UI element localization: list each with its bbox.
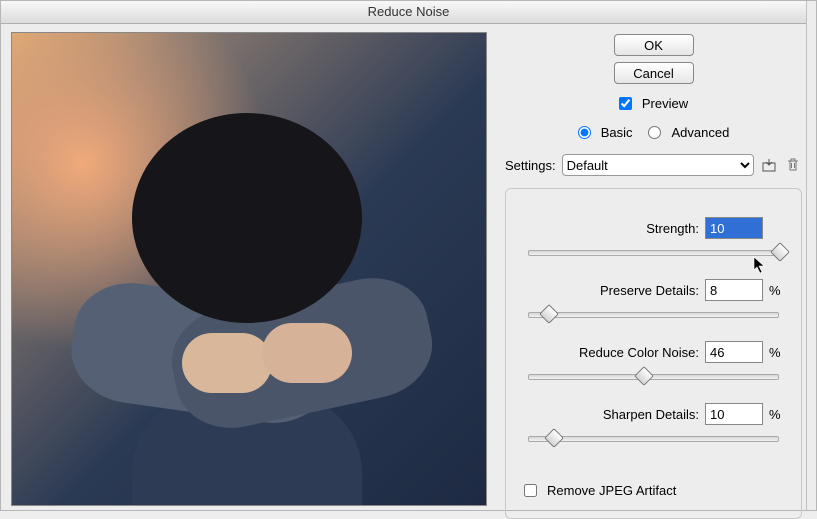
reduce-noise-dialog: Reduce Noise OK Cancel Preview <box>0 0 817 511</box>
remove-jpeg-label: Remove JPEG Artifact <box>547 483 676 498</box>
preserve-details-label: Preserve Details: <box>600 283 699 298</box>
preview-image[interactable] <box>11 32 487 506</box>
slider-thumb[interactable] <box>539 304 559 324</box>
cancel-button[interactable]: Cancel <box>614 62 694 84</box>
basic-text: Basic <box>601 125 633 140</box>
preview-label: Preview <box>642 96 688 111</box>
sharpen-details-label: Sharpen Details: <box>603 407 699 422</box>
window-title: Reduce Noise <box>1 1 816 24</box>
advanced-radio[interactable] <box>648 126 661 139</box>
save-preset-icon[interactable] <box>760 156 778 174</box>
ok-button[interactable]: OK <box>614 34 694 56</box>
slider-track <box>528 374 779 380</box>
basic-radio[interactable] <box>578 126 591 139</box>
dialog-body: OK Cancel Preview Basic Advanced Sett <box>1 24 816 511</box>
reduce-color-label: Reduce Color Noise: <box>579 345 699 360</box>
slider-thumb[interactable] <box>635 366 655 386</box>
sharpen-details-param: Sharpen Details: % <box>524 403 783 445</box>
basic-radio-label[interactable]: Basic <box>578 125 633 140</box>
slider-thumb[interactable] <box>544 428 564 448</box>
settings-select[interactable]: Default <box>562 154 754 176</box>
reduce-color-input[interactable] <box>705 341 763 363</box>
strength-param: Strength: <box>524 217 783 259</box>
settings-label: Settings: <box>505 158 556 173</box>
remove-jpeg-row: Remove JPEG Artifact <box>524 483 783 498</box>
advanced-text: Advanced <box>671 125 729 140</box>
params-group: Strength: Preserve Details: % <box>505 188 802 519</box>
preserve-details-param: Preserve Details: % <box>524 279 783 321</box>
reduce-color-unit: % <box>769 345 783 360</box>
preserve-details-unit: % <box>769 283 783 298</box>
preserve-details-slider[interactable] <box>528 307 779 321</box>
reduce-color-noise-param: Reduce Color Noise: % <box>524 341 783 383</box>
advanced-radio-label[interactable]: Advanced <box>648 125 729 140</box>
right-edge <box>806 1 816 510</box>
trash-icon[interactable] <box>784 156 802 174</box>
slider-track <box>528 436 779 442</box>
strength-label: Strength: <box>646 221 699 236</box>
remove-jpeg-checkbox[interactable] <box>524 484 537 497</box>
settings-row: Settings: Default <box>505 154 802 176</box>
preserve-details-input[interactable] <box>705 279 763 301</box>
sharpen-details-slider[interactable] <box>528 431 779 445</box>
mode-radio-group: Basic Advanced <box>505 125 802 140</box>
preview-toggle-row: Preview <box>619 96 688 111</box>
controls-panel: OK Cancel Preview Basic Advanced Sett <box>487 24 816 511</box>
reduce-color-slider[interactable] <box>528 369 779 383</box>
sharpen-details-unit: % <box>769 407 783 422</box>
strength-slider[interactable] <box>528 245 779 259</box>
sharpen-details-input[interactable] <box>705 403 763 425</box>
slider-track <box>528 250 779 256</box>
strength-input[interactable] <box>705 217 763 239</box>
slider-track <box>528 312 779 318</box>
preview-checkbox[interactable] <box>619 97 632 110</box>
slider-thumb[interactable] <box>770 242 790 262</box>
